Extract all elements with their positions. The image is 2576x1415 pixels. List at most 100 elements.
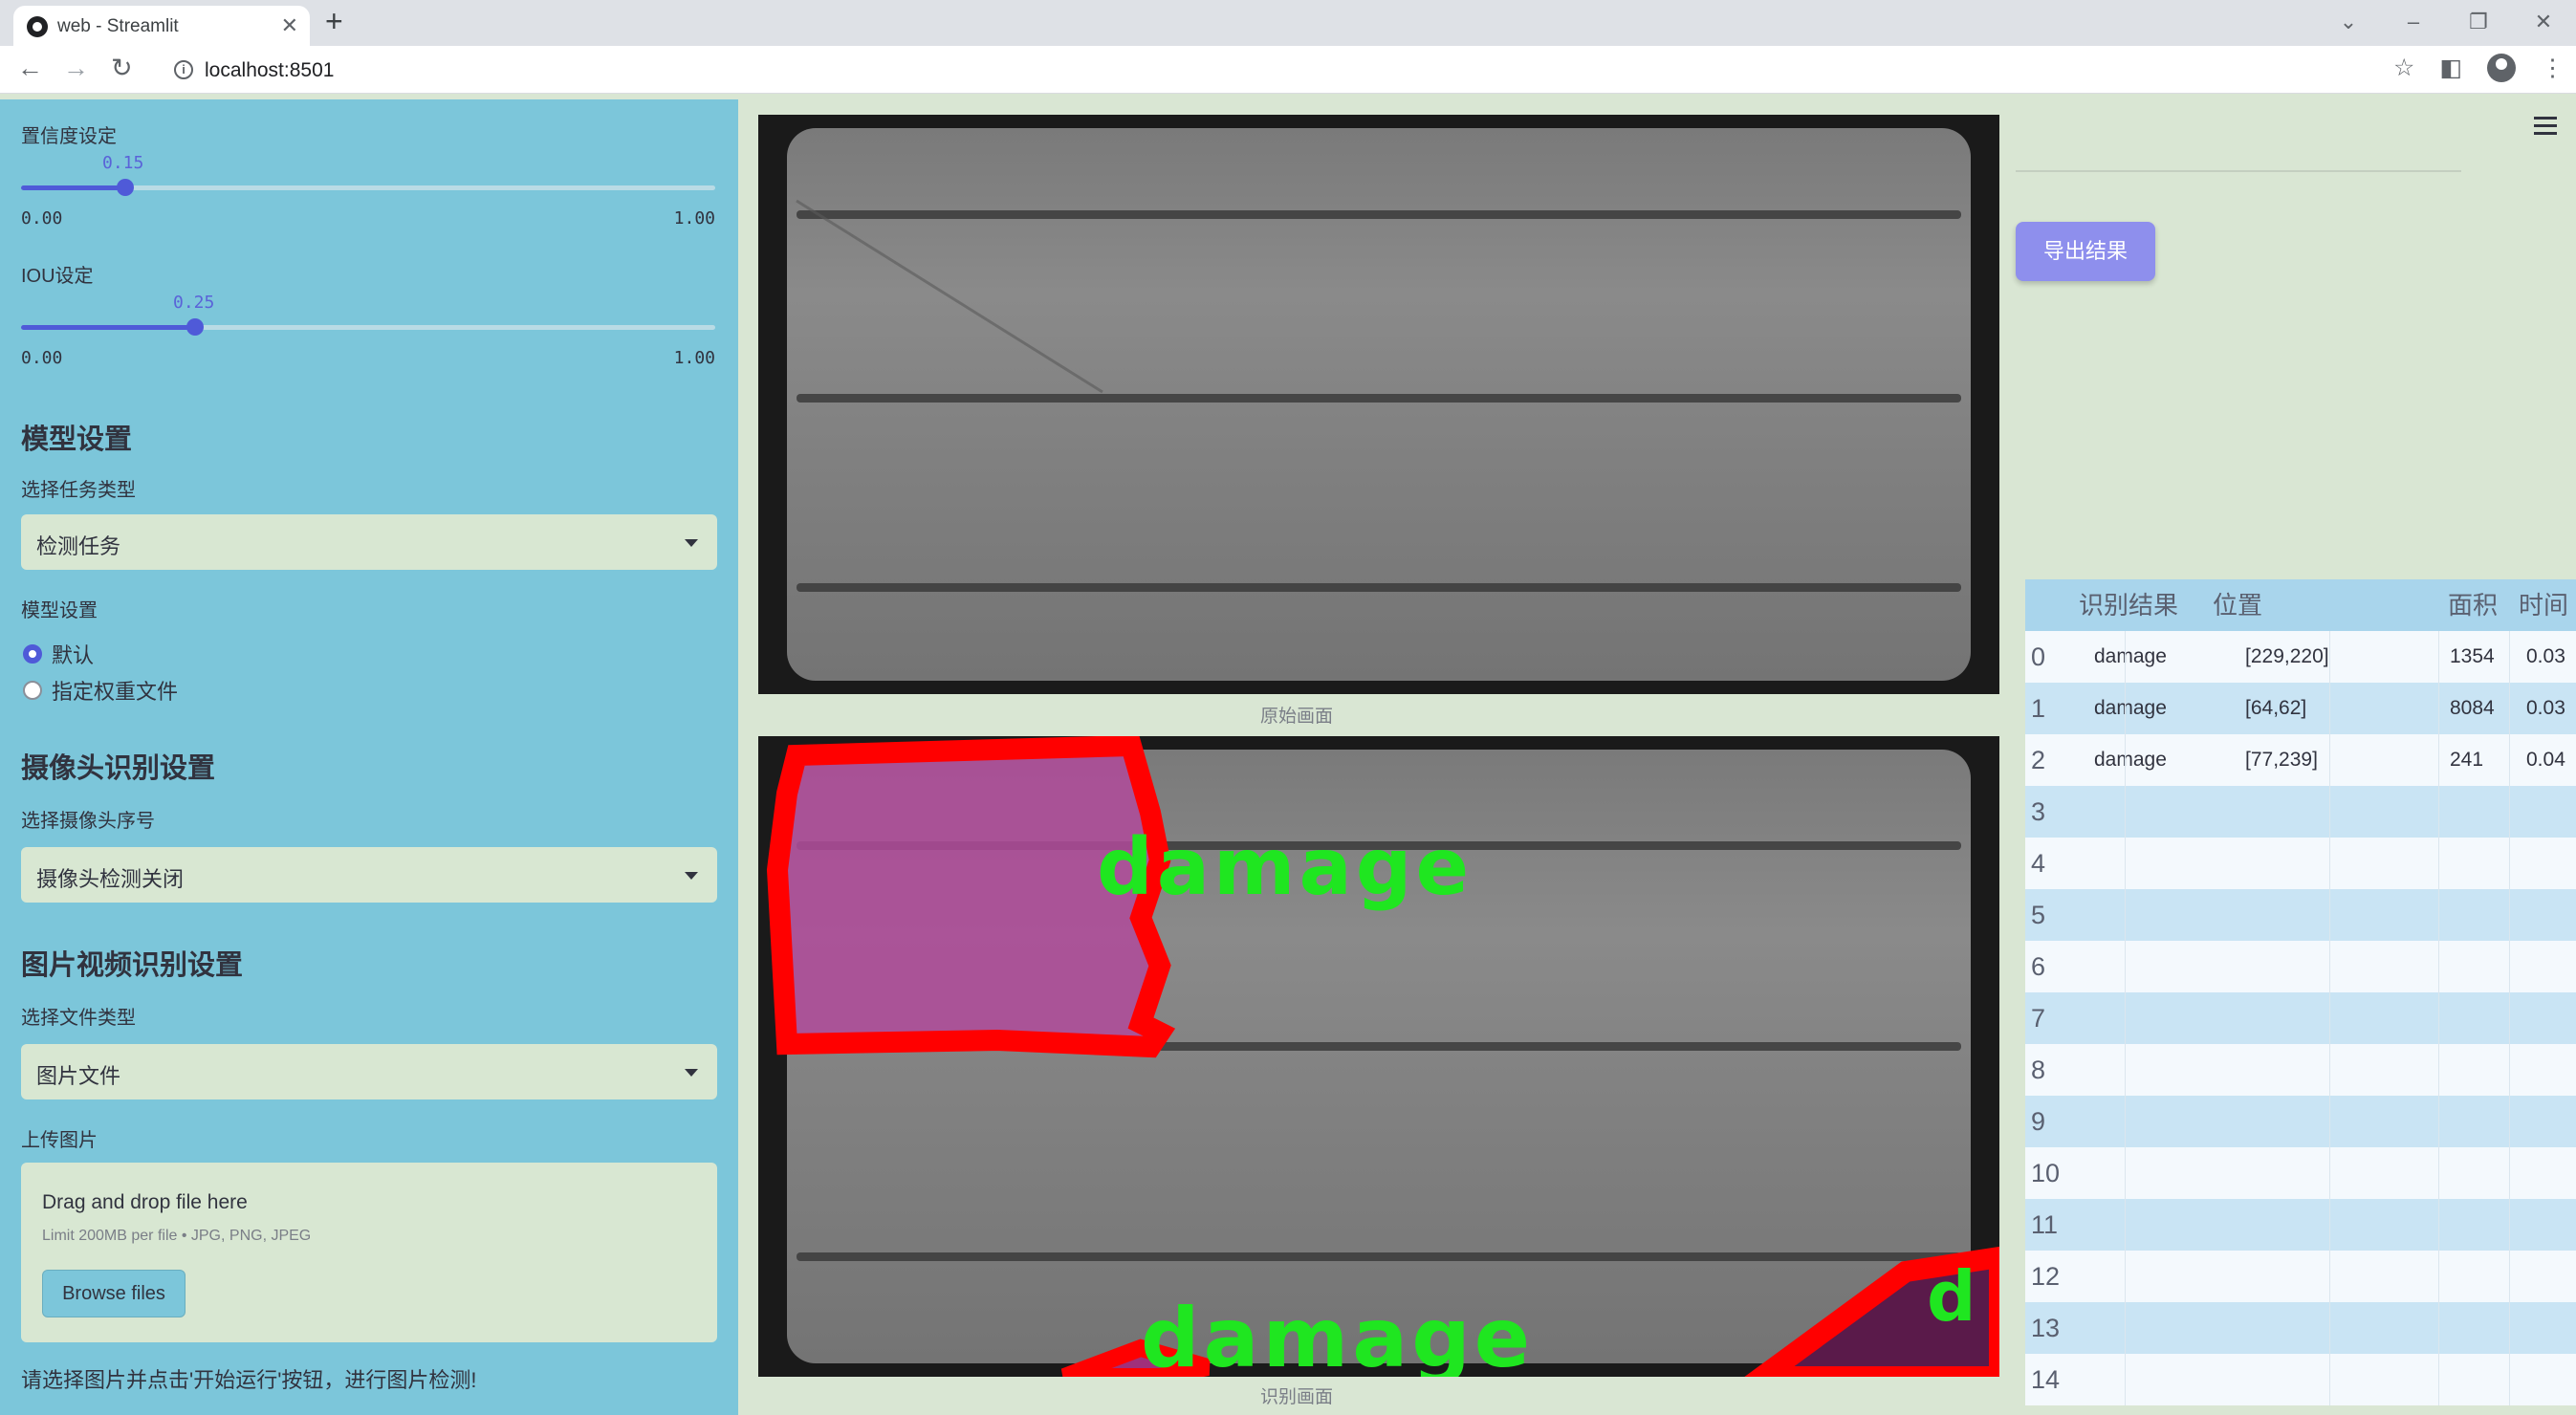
column-divider — [2329, 1251, 2330, 1302]
confidence-value: 0.15 — [102, 153, 144, 173]
row-index: 6 — [2031, 952, 2046, 981]
upload-limit: Limit 200MB per file • JPG, PNG, JPEG — [42, 1228, 312, 1244]
column-divider — [2438, 1044, 2439, 1096]
divider — [2016, 170, 2461, 172]
column-divider — [2509, 631, 2510, 683]
row-index: 7 — [2031, 1004, 2046, 1033]
tab-search-icon[interactable]: ⌄ — [2316, 0, 2381, 46]
table-row[interactable]: 6 — [2025, 941, 2576, 992]
iou-range: 0.00 1.00 — [21, 348, 715, 368]
table-row[interactable]: 5 — [2025, 889, 2576, 941]
column-divider — [2329, 992, 2330, 1044]
column-divider — [2329, 1096, 2330, 1147]
cell-result: damage — [2094, 749, 2167, 771]
confidence-slider[interactable] — [21, 179, 715, 196]
cell-time: 0.04 — [2526, 749, 2565, 771]
address-bar[interactable]: i localhost:8501 — [157, 52, 2385, 88]
table-row[interactable]: 9 — [2025, 1096, 2576, 1147]
column-divider — [2125, 1147, 2126, 1199]
column-divider — [2438, 838, 2439, 889]
confidence-slider-fill — [21, 185, 125, 190]
new-tab-icon[interactable]: + — [325, 4, 343, 39]
file-type-label: 选择文件类型 — [21, 1008, 136, 1029]
browser-menu-icon[interactable]: ⋮ — [2541, 54, 2565, 82]
table-row[interactable]: 1 damage [64,62] 8084 0.03 — [2025, 683, 2576, 734]
radio-unselected-icon — [23, 681, 42, 700]
radio-custom-weights[interactable]: 指定权重文件 — [23, 675, 178, 706]
confidence-slider-thumb[interactable] — [116, 179, 134, 196]
column-divider — [2125, 1354, 2126, 1405]
restore-icon[interactable]: ❐ — [2446, 0, 2511, 46]
site-info-icon[interactable]: i — [174, 60, 193, 79]
column-divider — [2329, 1147, 2330, 1199]
column-divider — [2329, 838, 2330, 889]
table-row[interactable]: 2 damage [77,239] 241 0.04 — [2025, 734, 2576, 786]
column-divider — [2438, 1096, 2439, 1147]
export-results-button[interactable]: 导出结果 — [2016, 222, 2155, 281]
forward-icon[interactable]: → — [63, 54, 89, 83]
table-header: 识别结果 位置 面积 时间 — [2025, 579, 2576, 631]
radio-default-label: 默认 — [52, 643, 95, 667]
table-row[interactable]: 4 — [2025, 838, 2576, 889]
task-type-label: 选择任务类型 — [21, 480, 136, 501]
row-index: 0 — [2031, 642, 2046, 671]
bookmark-star-icon[interactable]: ☆ — [2393, 54, 2414, 82]
browser-tab[interactable]: web - Streamlit ✕ — [13, 6, 310, 46]
app-menu-icon[interactable] — [2534, 117, 2557, 140]
table-row[interactable]: 10 — [2025, 1147, 2576, 1199]
profile-avatar-icon[interactable] — [2487, 54, 2516, 82]
task-type-value: 检测任务 — [36, 534, 121, 558]
table-row[interactable]: 0 damage [229,220] 1354 0.03 — [2025, 631, 2576, 683]
column-divider — [2509, 1199, 2510, 1251]
task-type-select[interactable]: 检测任务 — [21, 514, 717, 570]
reload-icon[interactable]: ↻ — [111, 54, 133, 83]
upload-label: 上传图片 — [21, 1130, 98, 1151]
column-divider — [2438, 1199, 2439, 1251]
close-tab-icon[interactable]: ✕ — [281, 13, 298, 38]
media-section-title: 图片视频识别设置 — [21, 950, 244, 981]
table-row[interactable]: 12 — [2025, 1251, 2576, 1302]
column-divider — [2125, 734, 2126, 786]
file-uploader-dropzone[interactable]: Drag and drop file here Limit 200MB per … — [21, 1163, 717, 1342]
url-text: localhost:8501 — [205, 59, 335, 81]
column-divider — [2509, 683, 2510, 734]
detection-label-partial: d — [1927, 1256, 1980, 1337]
column-divider — [2125, 838, 2126, 889]
browse-files-button[interactable]: Browse files — [42, 1270, 186, 1317]
column-divider — [2509, 941, 2510, 992]
cell-time: 0.03 — [2526, 697, 2565, 719]
radio-selected-icon — [23, 644, 42, 664]
table-row[interactable]: 13 — [2025, 1302, 2576, 1354]
file-type-select[interactable]: 图片文件 — [21, 1044, 717, 1099]
side-panel-icon[interactable]: ◧ — [2439, 54, 2462, 82]
column-divider — [2438, 1147, 2439, 1199]
table-row[interactable]: 8 — [2025, 1044, 2576, 1096]
back-icon[interactable]: ← — [17, 54, 43, 83]
iou-label: IOU设定 — [21, 266, 94, 287]
detection-label: damage — [1141, 1291, 1535, 1377]
iou-max: 1.00 — [673, 348, 715, 368]
iou-slider[interactable] — [21, 318, 715, 336]
table-row[interactable]: 3 — [2025, 786, 2576, 838]
iou-slider-thumb[interactable] — [186, 318, 204, 336]
original-image — [758, 115, 1999, 694]
table-row[interactable]: 14 — [2025, 1354, 2576, 1405]
table-row[interactable]: 11 — [2025, 1199, 2576, 1251]
camera-select[interactable]: 摄像头检测关闭 — [21, 847, 717, 903]
confidence-label: 置信度设定 — [21, 126, 117, 147]
iou-value: 0.25 — [173, 293, 215, 313]
column-divider — [2509, 734, 2510, 786]
column-divider — [2329, 683, 2330, 734]
camera-select-label: 选择摄像头序号 — [21, 811, 155, 832]
minimize-icon[interactable]: – — [2381, 0, 2446, 46]
column-divider — [2125, 992, 2126, 1044]
column-divider — [2329, 734, 2330, 786]
upload-hint: 请选择图片并点击'开始运行'按钮，进行图片检测! — [21, 1368, 477, 1392]
row-index: 1 — [2031, 694, 2046, 723]
browser-tab-bar: web - Streamlit ✕ + ⌄ – ❐ ✕ — [0, 0, 2576, 46]
table-row[interactable]: 7 — [2025, 992, 2576, 1044]
radio-default[interactable]: 默认 — [23, 639, 94, 669]
close-window-icon[interactable]: ✕ — [2511, 0, 2576, 46]
header-result: 识别结果 — [2079, 591, 2179, 620]
column-divider — [2125, 1044, 2126, 1096]
